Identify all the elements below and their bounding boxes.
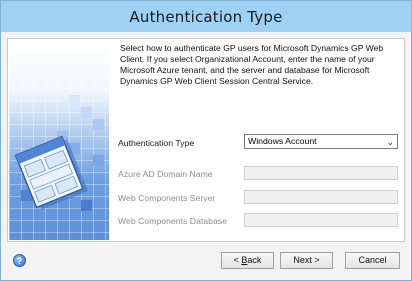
title-bar: Authentication Type [1, 1, 411, 32]
web-server-field[interactable] [244, 190, 398, 204]
next-button[interactable]: Next > [280, 252, 333, 269]
wizard-side-image [9, 40, 109, 240]
dialog-window: Authentication Type Select how to authen… [0, 0, 412, 281]
help-icon[interactable]: ? [13, 254, 26, 267]
back-button[interactable]: < Back [221, 252, 274, 269]
auth-type-label: Authentication Type [118, 138, 195, 148]
document-illustration-icon [15, 135, 89, 210]
azure-domain-field[interactable] [244, 166, 398, 180]
dialog-title: Authentication Type [129, 7, 283, 26]
instructions-text: Select how to authenticate GP users for … [120, 43, 384, 86]
web-db-label: Web Components Database [118, 216, 227, 226]
auth-type-selected-value: Windows Account [248, 136, 317, 146]
web-server-label: Web Components Server [118, 193, 216, 203]
web-db-field[interactable] [244, 213, 398, 227]
chevron-down-icon[interactable]: ⌄ [386, 136, 394, 149]
auth-type-dropdown[interactable]: Windows Account ⌄ [244, 134, 398, 149]
cancel-button[interactable]: Cancel [345, 252, 400, 269]
azure-domain-label: Azure AD Domain Name [118, 169, 213, 179]
back-rest: ack [247, 255, 262, 265]
